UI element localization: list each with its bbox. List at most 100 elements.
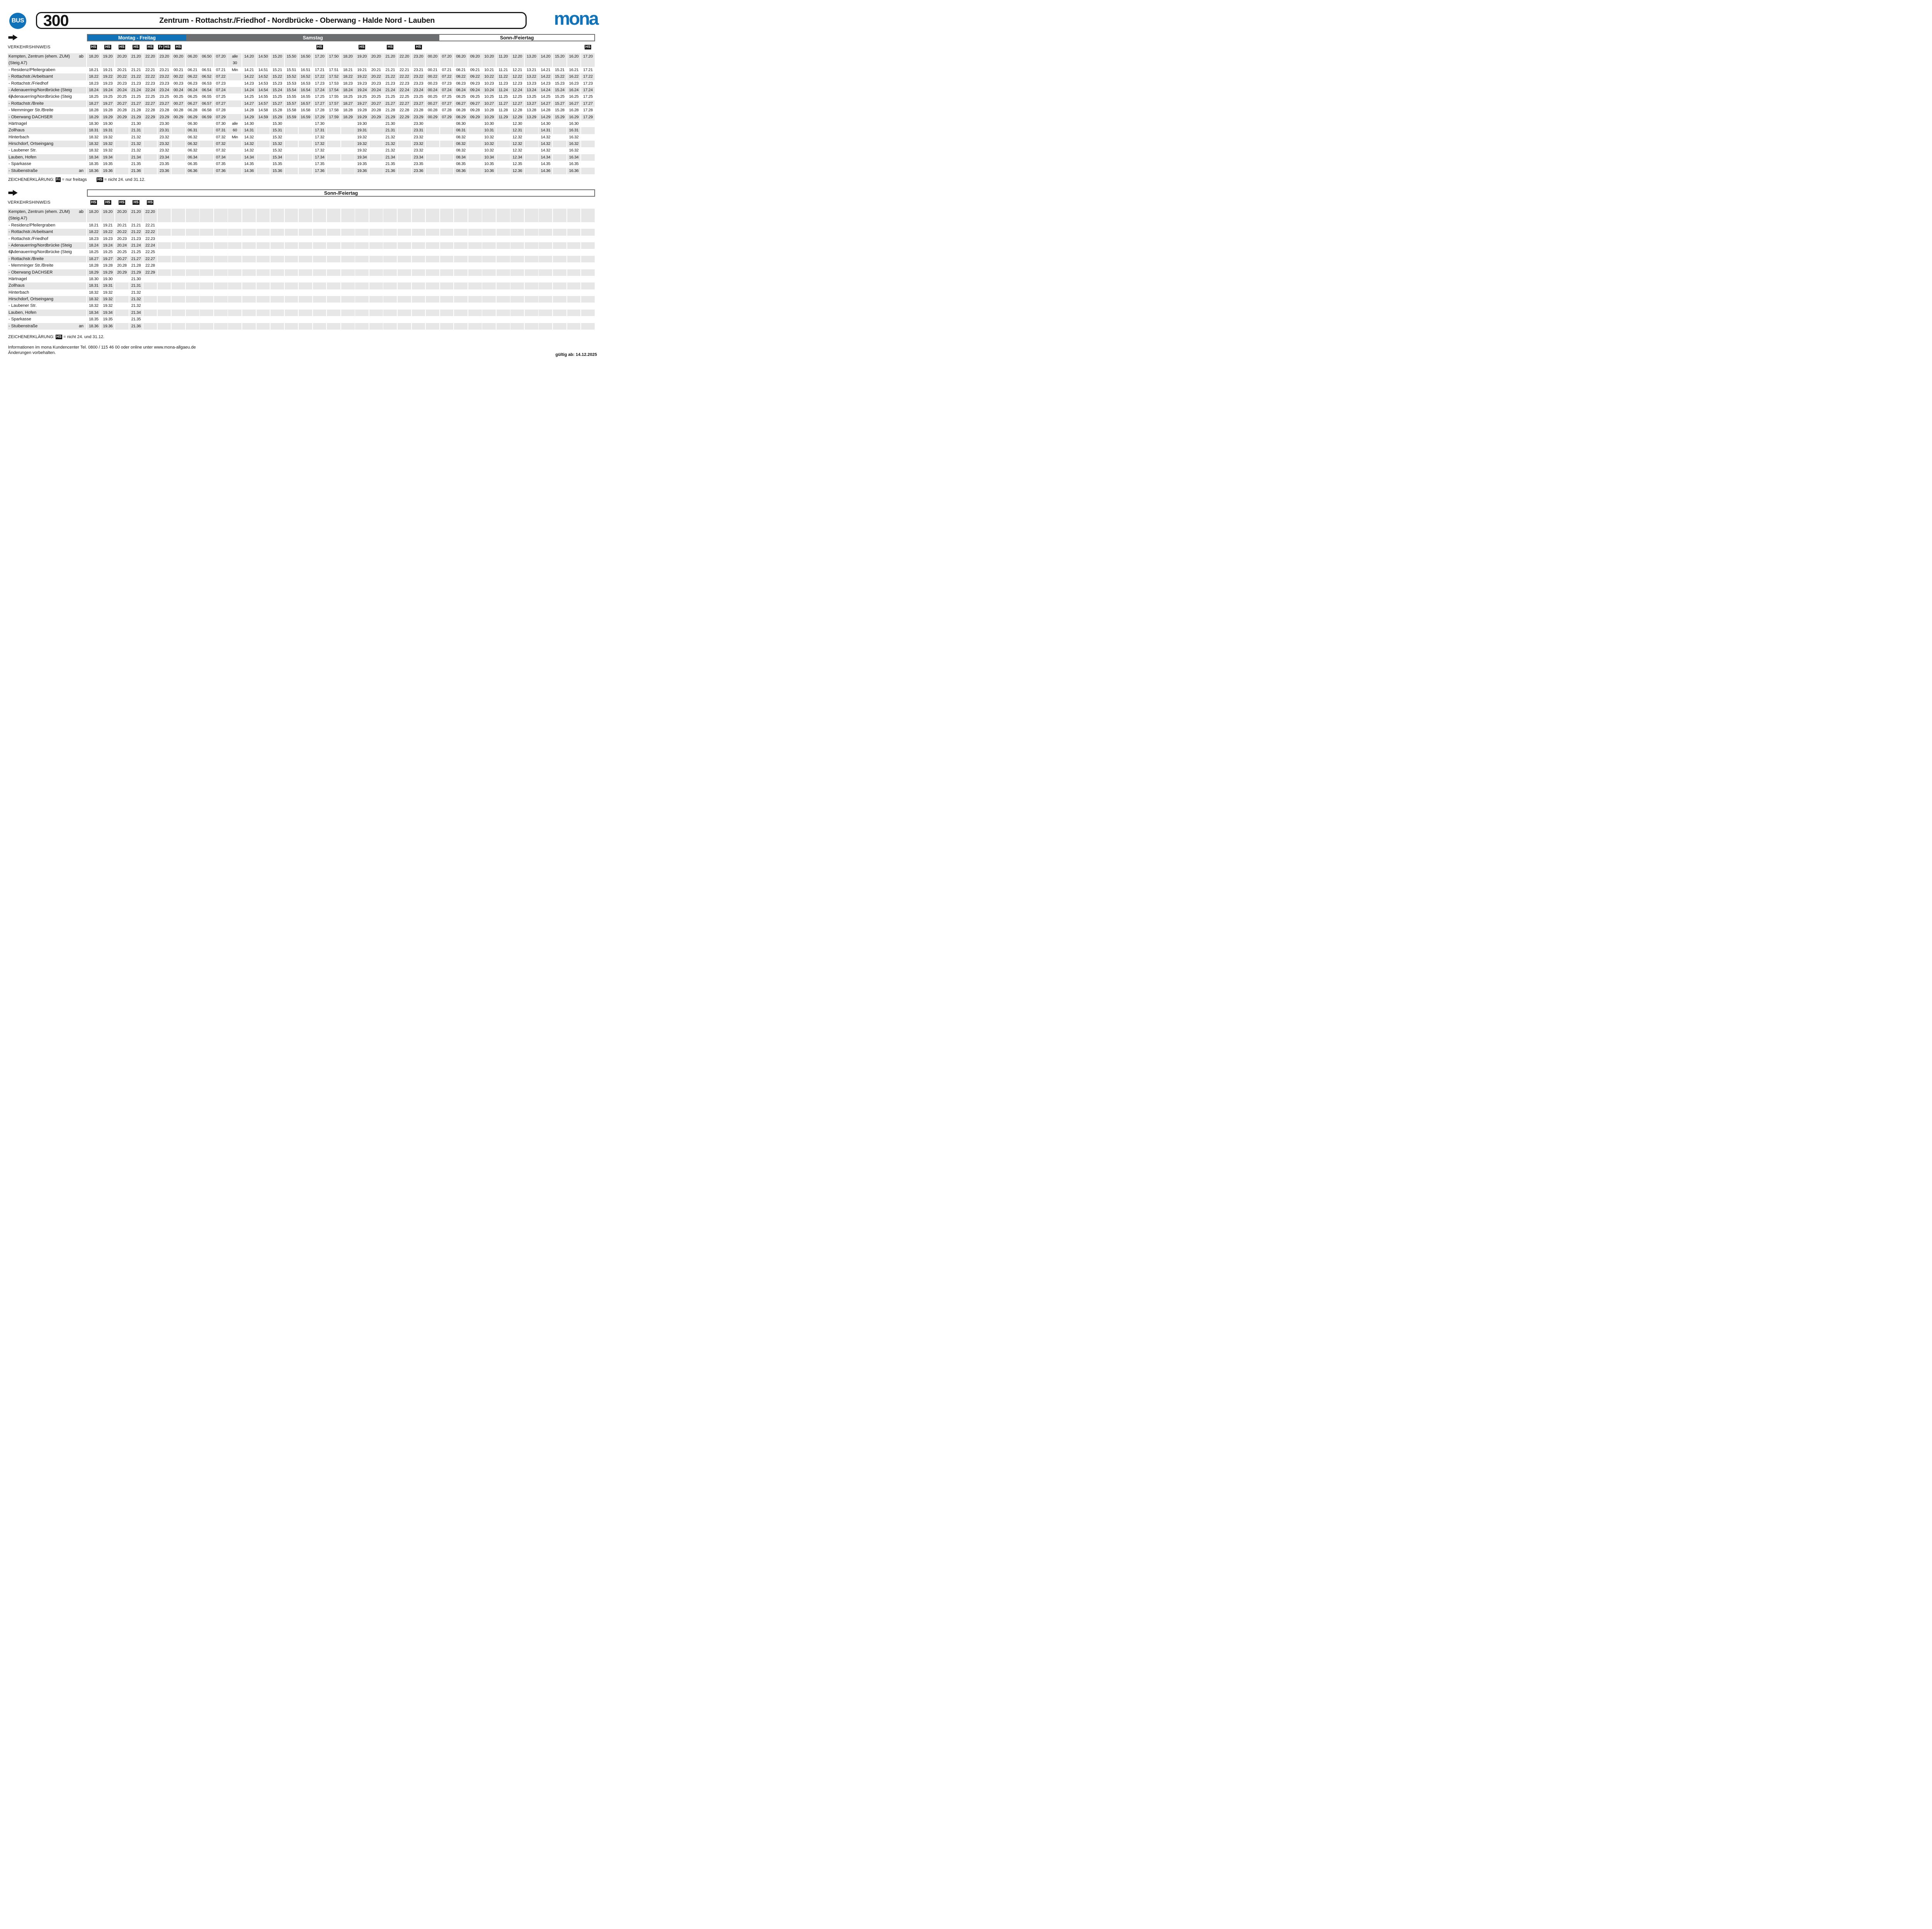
time-cell bbox=[454, 262, 468, 269]
time-cell bbox=[270, 229, 284, 235]
time-cell: 17.31 bbox=[313, 127, 327, 134]
time-cell bbox=[200, 141, 213, 147]
time-cell bbox=[299, 269, 312, 276]
table-row: Hirschdorf, Ortseingang18.3219.3221.3223… bbox=[8, 141, 596, 147]
time-cell bbox=[440, 222, 454, 229]
time-cell bbox=[214, 296, 228, 303]
note-slot: HS bbox=[355, 45, 369, 49]
time-cell: 07.29 bbox=[214, 114, 228, 121]
time-cell: 21.27 bbox=[129, 256, 143, 262]
time-cell bbox=[581, 249, 595, 255]
time-cell: 14.21 bbox=[242, 67, 256, 73]
time-cell bbox=[228, 229, 242, 235]
time-cell bbox=[497, 134, 510, 141]
time-cell bbox=[200, 269, 213, 276]
time-cell: 08.31 bbox=[454, 127, 468, 134]
time-cell: 14.28 bbox=[539, 107, 552, 114]
time-cell bbox=[369, 296, 383, 303]
hs-badge: HS bbox=[56, 335, 62, 339]
time-cell bbox=[228, 296, 242, 303]
time-cell bbox=[299, 316, 312, 323]
time-cell: 18.36 bbox=[87, 168, 100, 174]
time-cell: 22.21 bbox=[143, 67, 157, 73]
time-cell: 23.22 bbox=[412, 73, 425, 80]
time-cell bbox=[285, 134, 298, 141]
time-cell bbox=[200, 303, 213, 309]
time-cell: 21.32 bbox=[129, 141, 143, 147]
time-cell bbox=[398, 127, 411, 134]
time-cell bbox=[313, 323, 327, 330]
time-cell bbox=[426, 127, 439, 134]
time-cell: 22.21 bbox=[398, 67, 411, 73]
time-cell bbox=[468, 276, 482, 282]
time-cell bbox=[327, 236, 340, 242]
time-cell: 06.24 bbox=[186, 87, 199, 94]
time-cell: 15.31 bbox=[270, 127, 284, 134]
table-row: - Adenauerring/Nordbrücke (Steig 1)18.25… bbox=[8, 249, 596, 255]
time-cell bbox=[398, 249, 411, 255]
time-cell bbox=[285, 236, 298, 242]
time-cell: 06.59 bbox=[200, 114, 213, 121]
time-cell bbox=[497, 121, 510, 127]
time-cell bbox=[398, 316, 411, 323]
time-cell bbox=[525, 303, 538, 309]
time-cell: 17.21 bbox=[581, 67, 595, 73]
time-cell: 19.32 bbox=[355, 147, 369, 154]
time-cell bbox=[115, 310, 129, 316]
table-row: - Memminger Str./Breite18.2819.2820.2821… bbox=[8, 262, 596, 269]
time-cell: 19.32 bbox=[101, 289, 115, 296]
note-slot: HS bbox=[412, 45, 425, 49]
time-cell bbox=[468, 134, 482, 141]
time-cell: 19.34 bbox=[101, 154, 115, 161]
note-slot: HS bbox=[383, 45, 397, 49]
time-cell: 14.35 bbox=[242, 161, 256, 167]
time-cell bbox=[270, 289, 284, 296]
time-cell: 23.30 bbox=[158, 121, 171, 127]
time-cell bbox=[186, 289, 199, 296]
time-cell bbox=[497, 161, 510, 167]
time-cell bbox=[313, 222, 327, 229]
time-cell bbox=[299, 222, 312, 229]
time-cell: 20.28 bbox=[115, 107, 129, 114]
time-cell bbox=[172, 236, 185, 242]
time-cell bbox=[369, 127, 383, 134]
time-cell bbox=[525, 154, 538, 161]
time-cell bbox=[510, 282, 524, 289]
time-cell: 17.25 bbox=[581, 94, 595, 100]
note-badge-hs: HS bbox=[175, 45, 182, 49]
time-cell: 18.24 bbox=[87, 242, 100, 249]
note-badge-hs: HS bbox=[164, 45, 170, 49]
day-band-samstag: Samstag bbox=[186, 35, 440, 41]
time-cell: 22.23 bbox=[398, 80, 411, 87]
time-cell: 07.20 bbox=[214, 53, 228, 67]
time-cell: 21.24 bbox=[383, 87, 397, 94]
timetable-page: { "page": { "bus_badge": "BUS", "line_nu… bbox=[0, 0, 606, 429]
time-cell: 17.29 bbox=[313, 114, 327, 121]
time-cell bbox=[214, 276, 228, 282]
time-cell bbox=[581, 303, 595, 309]
time-cell: 14.32 bbox=[242, 147, 256, 154]
time-cell bbox=[158, 262, 171, 269]
time-cell: 00.21 bbox=[172, 67, 185, 73]
time-cell bbox=[482, 282, 496, 289]
time-cell bbox=[299, 310, 312, 316]
time-cell bbox=[567, 282, 581, 289]
time-cell bbox=[341, 242, 355, 249]
time-cell bbox=[115, 168, 129, 174]
note-badge-hs: HS bbox=[585, 45, 591, 49]
time-cell bbox=[497, 242, 510, 249]
time-cell: alle 30 bbox=[228, 53, 242, 67]
time-cell: 21.31 bbox=[129, 282, 143, 289]
time-cell bbox=[200, 222, 213, 229]
time-cell bbox=[398, 134, 411, 141]
time-cell bbox=[553, 289, 566, 296]
time-cell bbox=[510, 209, 524, 222]
time-cell: 07.21 bbox=[440, 67, 454, 73]
time-cell: 22.29 bbox=[143, 269, 157, 276]
time-cell: 07.20 bbox=[440, 53, 454, 67]
time-cell: 19.30 bbox=[101, 276, 115, 282]
time-cell: 16.36 bbox=[567, 168, 581, 174]
time-cell: 16.50 bbox=[299, 53, 312, 67]
time-cell bbox=[257, 222, 270, 229]
note-slot: HS bbox=[87, 45, 100, 49]
